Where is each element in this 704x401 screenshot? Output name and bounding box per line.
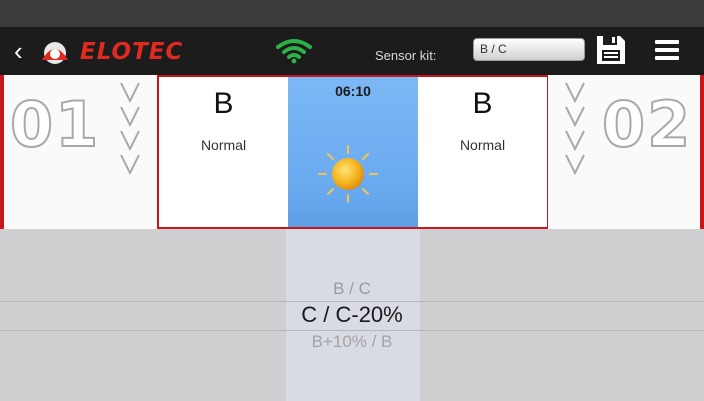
chevrons-down-icon	[565, 82, 585, 176]
brand-logo-text: ELOTEC	[80, 39, 184, 65]
sensor-state: Normal	[459, 137, 506, 153]
menu-bar	[655, 56, 679, 60]
picker-option[interactable]: B / C	[0, 279, 704, 299]
logo-icon	[42, 42, 68, 64]
sensor-kit-label: Sensor kit:	[375, 48, 437, 63]
sensor-panel-right[interactable]: B Normal	[418, 75, 549, 229]
picker-option[interactable]: B+10% / B	[0, 332, 704, 352]
menu-bar	[655, 40, 679, 44]
wifi-icon	[276, 39, 312, 64]
sensor-kit-picker[interactable]: B / C C / C-20% B+10% / B	[0, 229, 704, 401]
sensor-state: Normal	[200, 137, 247, 153]
chevrons-down-icon	[120, 82, 140, 176]
picker-divider	[0, 330, 704, 331]
menu-icon[interactable]	[655, 40, 679, 62]
sensor-kit-select[interactable]: B / C	[473, 38, 585, 61]
top-bar: ‹ ELOTEC Sensor kit: B / C	[0, 27, 704, 75]
save-icon[interactable]	[594, 33, 628, 67]
zone-number: 02	[601, 87, 693, 162]
back-icon[interactable]: ‹	[14, 36, 36, 66]
sensor-letter: B	[472, 87, 493, 120]
picker-option-selected[interactable]: C / C-20%	[0, 302, 704, 328]
zone-02[interactable]: 02	[548, 75, 704, 229]
zone-number: 01	[9, 87, 101, 162]
time-of-day-panel[interactable]: 06:10	[288, 75, 418, 229]
status-bar	[0, 0, 704, 27]
time-display: 06:10	[335, 83, 371, 99]
zone-strip: 01 B Normal 06:10 B Normal 02	[0, 75, 704, 229]
zone-01[interactable]: 01	[0, 75, 157, 229]
menu-bar	[655, 48, 679, 52]
sensor-letter: B	[213, 87, 234, 120]
sun-icon	[318, 145, 378, 203]
sensor-panel-left[interactable]: B Normal	[157, 75, 288, 229]
